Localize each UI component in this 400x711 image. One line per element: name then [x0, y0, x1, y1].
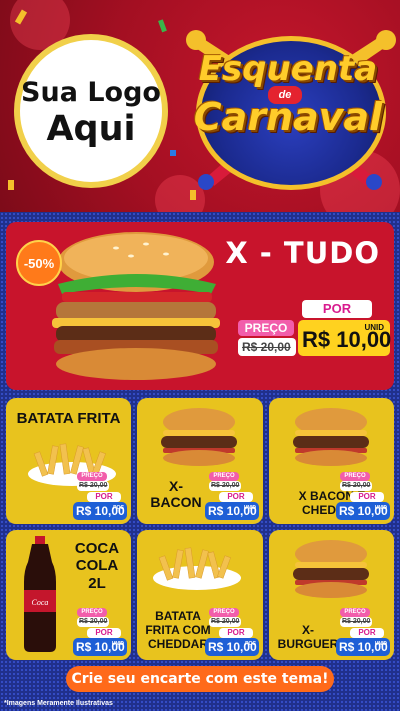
- new-price: R$ 10,00 UNID: [205, 502, 259, 520]
- preco-label: PREÇO: [340, 608, 370, 617]
- unit-label: UNID: [374, 641, 387, 647]
- discount-badge: -50%: [16, 240, 62, 286]
- unit-label: POC: [113, 505, 124, 511]
- old-price: R$ 20,00: [79, 482, 108, 489]
- product-card: X- BURGUER PREÇO R$ 20,00 POR R$ 10,00 UNID: [269, 530, 394, 660]
- hero-old-price: R$ 20,00: [242, 340, 291, 354]
- new-price: R$ 10,00 UNID: [336, 638, 390, 656]
- product-name-line: BATATA FRITA: [16, 410, 121, 427]
- hero-unit: UNID: [364, 323, 384, 332]
- hero-por-label: POR: [302, 300, 372, 318]
- burger-image: [283, 404, 379, 470]
- preco-label: PREÇO: [77, 608, 107, 617]
- product-name-line: X-: [169, 478, 183, 494]
- product-name-line: BACON: [150, 494, 202, 511]
- hero-new-price: R$ 10,00 UNID: [298, 320, 391, 356]
- unit-label: UNID: [374, 505, 387, 511]
- product-name-line: BATATA: [155, 609, 201, 623]
- preco-label: PREÇO: [340, 472, 370, 481]
- logo-placeholder: Sua Logo Aqui: [14, 34, 168, 188]
- preco-label: PREÇO: [209, 608, 239, 617]
- fries-image: [149, 538, 245, 594]
- old-price: R$ 20,00: [342, 482, 371, 489]
- burger-image: [151, 404, 247, 470]
- cola-bottle-image: Coca: [18, 536, 62, 654]
- new-price: R$ 10,00 POC: [205, 638, 259, 656]
- product-card: Coca COCA COLA 2L PREÇO R$ 20,00 POR R$ 10,00 UN…: [6, 530, 131, 660]
- brand-de-tag: de: [268, 86, 302, 104]
- new-price: R$ 10,00 UNID: [336, 502, 390, 520]
- old-price: R$ 20,00: [79, 618, 108, 625]
- product-name-line: X-: [302, 623, 314, 637]
- product-card: X BACON E CHEDDAR PREÇO R$ 20,00 POR R$ 10,00…: [269, 398, 394, 524]
- hero-offer-card: -50% X - TUDO POR PREÇO R$ 20,00 R$ 10,0…: [6, 222, 394, 390]
- new-price: R$ 10,00 POC: [73, 502, 127, 520]
- old-price: R$ 20,00: [211, 482, 240, 489]
- svg-text:Coca: Coca: [32, 598, 49, 607]
- brand-title-line1: Esquenta: [198, 49, 378, 89]
- unit-label: UNID: [111, 641, 124, 647]
- product-name-line: BURGUER: [277, 636, 339, 651]
- flyer-page: Esquenta Carnaval de Sua Logo Aqui -50% …: [0, 0, 400, 711]
- product-name: BATATA FRITA: [10, 410, 127, 427]
- header-banner: Esquenta Carnaval de Sua Logo Aqui: [0, 0, 400, 212]
- hero-product-title: X - TUDO: [225, 236, 380, 270]
- product-card: BATATA FRITA COM CHEDDAR PREÇO R$ 20,00 POR R$…: [137, 530, 263, 660]
- new-price: R$ 10,00 UNID: [73, 638, 127, 656]
- old-price: R$ 20,00: [211, 618, 240, 625]
- product-name-line: COLA: [75, 557, 119, 575]
- brand-title-line2: Carnaval: [193, 95, 383, 139]
- product-name: X- BACON: [141, 478, 211, 510]
- logo-line2: Aqui: [46, 109, 136, 149]
- product-name-line: 2L: [88, 574, 106, 592]
- old-price: R$ 20,00: [342, 618, 371, 625]
- preco-label: PREÇO: [77, 472, 107, 481]
- unit-label: UNID: [243, 505, 256, 511]
- logo-line1: Sua Logo: [21, 77, 161, 108]
- cta-button[interactable]: Crie seu encarte com este tema!: [66, 666, 334, 692]
- product-name: X- BURGUER: [273, 623, 343, 652]
- product-card: X- BACON PREÇO R$ 20,00 POR R$ 10,00 UNID: [137, 398, 263, 524]
- unit-label: POC: [245, 641, 256, 647]
- footnote: *Imagens Meramente Ilustrativas: [4, 700, 113, 707]
- product-name: COCA COLA 2L: [64, 540, 130, 592]
- preco-label: PREÇO: [209, 472, 239, 481]
- product-name-line: FRITA COM: [145, 622, 211, 637]
- product-name: BATATA FRITA COM CHEDDAR: [141, 609, 215, 651]
- burger-image: [283, 536, 379, 602]
- hero-preco-label: PREÇO: [238, 320, 294, 336]
- product-name-line: COCA: [74, 540, 120, 557]
- product-card: BATATA FRITA PREÇO R$ 20,00 POR R$ 10,00 POC: [6, 398, 131, 524]
- product-name-line: CHEDDAR: [148, 636, 208, 651]
